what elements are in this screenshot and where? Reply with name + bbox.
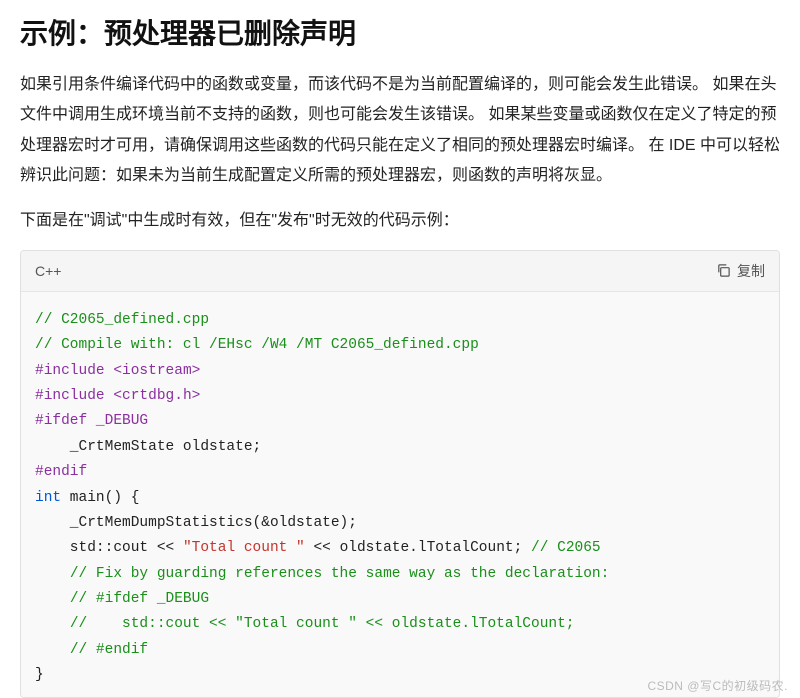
paragraph-2: 下面是在"调试"中生成时有效，但在"发布"时无效的代码示例： [20,206,780,236]
code-block: C++ 复制 // C2065_defined.cpp // Compile w… [20,250,780,698]
code-header: C++ 复制 [21,251,779,292]
section-title: 示例：预处理器已删除声明 [20,12,780,52]
watermark: CSDN @写C的初级码农. [647,677,788,694]
copy-label: 复制 [737,261,765,281]
copy-icon [716,263,731,278]
code-body: // C2065_defined.cpp // Compile with: cl… [21,292,779,697]
code-lang-label: C++ [35,263,61,279]
paragraph-1: 如果引用条件编译代码中的函数或变量，而该代码不是为当前配置编译的，则可能会发生此… [20,70,780,192]
copy-button[interactable]: 复制 [716,261,765,281]
